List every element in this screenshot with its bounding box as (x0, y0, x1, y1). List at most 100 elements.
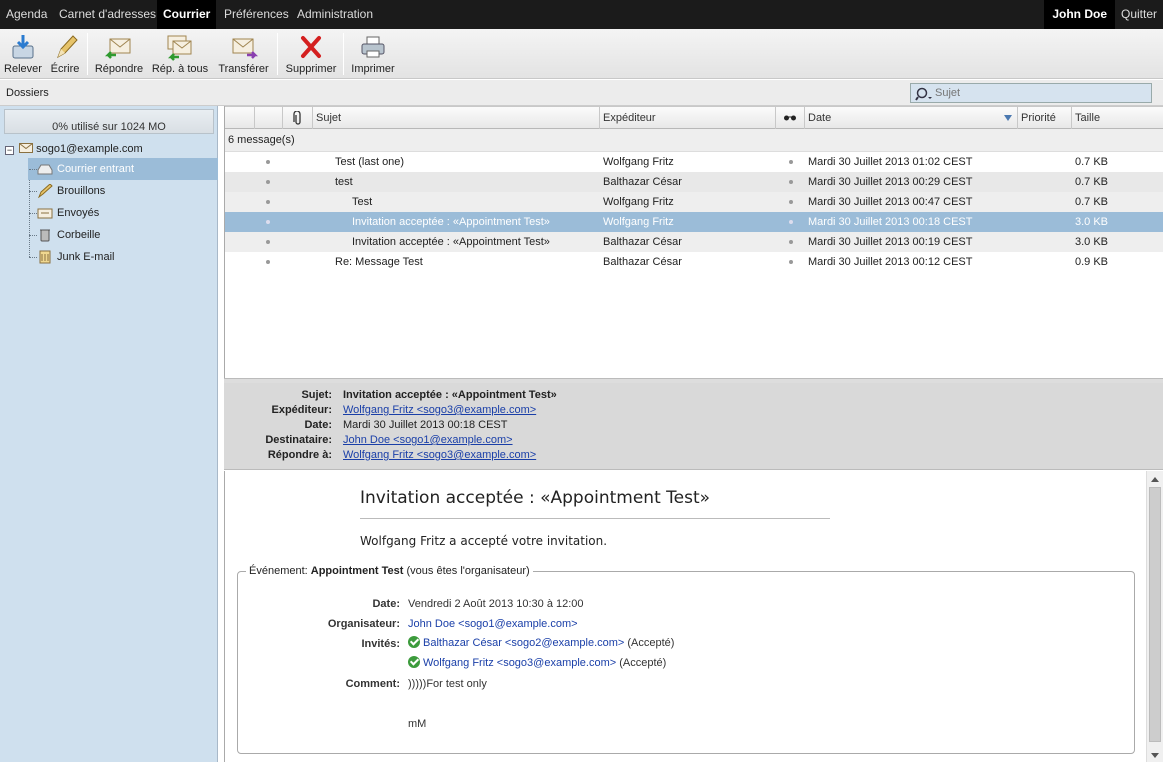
column-thread[interactable] (225, 107, 255, 129)
search-icon[interactable] (915, 87, 933, 101)
reply-all-button[interactable]: Rép. à tous (150, 31, 210, 77)
nav-agenda[interactable]: Agenda (0, 0, 53, 29)
nav-preferences[interactable]: Préférences (218, 0, 295, 29)
flag-dot[interactable] (789, 220, 793, 224)
column-attachment[interactable] (283, 107, 313, 129)
flag-dot[interactable] (789, 160, 793, 164)
folder-label: Courrier entrant (57, 163, 135, 175)
column-size[interactable]: Taille (1072, 107, 1163, 129)
sent-icon (37, 208, 53, 219)
event-legend: Événement: Appointment Test (vous êtes l… (246, 565, 533, 577)
comment-extra: mM (408, 718, 427, 730)
flag-dot[interactable] (789, 240, 793, 244)
nav-administration[interactable]: Administration (291, 0, 379, 29)
folder-sent[interactable]: Envoyés (28, 202, 218, 224)
column-priority[interactable]: Priorité (1018, 107, 1072, 129)
row-subject: Invitation acceptée : «Appointment Test» (352, 216, 550, 228)
reply-to-label: Répondre à: (267, 449, 332, 461)
folder-junk[interactable]: Junk E-mail (28, 246, 218, 268)
folder-drafts[interactable]: Brouillons (28, 180, 218, 202)
account-node[interactable]: − sogo1@example.com (5, 140, 143, 158)
column-sender[interactable]: Expéditeur (600, 107, 776, 129)
column-read[interactable] (255, 107, 283, 129)
print-label: Imprimer (351, 63, 395, 75)
attendee-item: Wolfgang Fritz <sogo3@example.com> (Acce… (408, 656, 666, 669)
comment-label: Comment: (345, 678, 400, 690)
search-input[interactable] (935, 85, 1149, 101)
date-value: Mardi 30 Juillet 2013 00:18 CEST (343, 419, 508, 431)
quota-indicator: 0% utilisé sur 1024 MO (4, 109, 214, 134)
scroll-down-icon[interactable] (1151, 753, 1159, 758)
column-date-label: Date (808, 112, 832, 124)
folder-trash[interactable]: Corbeille (28, 224, 218, 246)
accepted-check-icon (408, 656, 420, 668)
message-row[interactable]: Re: Message Test Balthazar César Mardi 3… (225, 252, 1163, 272)
account-label: sogo1@example.com (36, 143, 143, 155)
quit-link[interactable]: Quitter (1115, 0, 1163, 29)
column-date[interactable]: Date (805, 107, 1018, 129)
attendee-link[interactable]: Balthazar César <sogo2@example.com> (423, 637, 624, 649)
user-name[interactable]: John Doe (1044, 0, 1115, 29)
row-sender: Balthazar César (603, 236, 682, 248)
organizer-link[interactable]: John Doe <sogo1@example.com> (408, 618, 578, 630)
get-mail-icon (12, 35, 34, 59)
row-subject: Test (352, 196, 373, 208)
organizer-label: Organisateur: (327, 618, 400, 630)
collapse-toggle-icon[interactable]: − (5, 146, 14, 155)
row-size: 0.9 KB (1075, 256, 1109, 268)
unread-dot (266, 200, 270, 204)
row-date: Mardi 30 Juillet 2013 00:12 CEST (808, 256, 973, 268)
message-row-selected[interactable]: Invitation acceptée : «Appointment Test»… (225, 212, 1163, 232)
reply-to-link[interactable]: Wolfgang Fritz <sogo3@example.com> (343, 449, 536, 461)
vertical-scrollbar[interactable] (1146, 471, 1163, 762)
message-row[interactable]: Test (last one) Wolfgang Fritz Mardi 30 … (225, 152, 1163, 172)
event-details: Événement: Appointment Test (vous êtes l… (237, 565, 1135, 754)
search-box[interactable] (910, 83, 1152, 103)
scroll-thumb[interactable] (1149, 487, 1161, 742)
scroll-up-icon[interactable] (1151, 477, 1159, 482)
message-row[interactable]: Invitation acceptée : «Appointment Test»… (225, 232, 1163, 252)
message-row[interactable]: test Balthazar César Mardi 30 Juillet 20… (225, 172, 1163, 192)
write-button[interactable]: Écrire (48, 31, 82, 77)
get-mail-button[interactable]: Relever (2, 31, 44, 77)
folder-label: Junk E-mail (57, 251, 115, 263)
flag-dot[interactable] (789, 180, 793, 184)
mailbox-icon (19, 143, 34, 153)
row-sender: Balthazar César (603, 256, 682, 268)
recipient-link[interactable]: John Doe <sogo1@example.com> (343, 434, 513, 446)
delete-button[interactable]: Supprimer (284, 31, 338, 77)
column-flag[interactable] (776, 107, 805, 129)
message-count: 6 message(s) (225, 129, 1163, 152)
sender-label: Expéditeur: (271, 404, 332, 416)
forward-button[interactable]: Transférer (216, 31, 271, 77)
event-legend-suffix: (vous êtes l'organisateur) (406, 565, 530, 577)
row-sender: Wolfgang Fritz (603, 196, 674, 208)
toolbar-separator (343, 33, 344, 75)
message-row[interactable]: Test Wolfgang Fritz Mardi 30 Juillet 201… (225, 192, 1163, 212)
nav-mail[interactable]: Courrier (157, 0, 217, 29)
reply-button[interactable]: Répondre (93, 31, 145, 77)
nav-address-book[interactable]: Carnet d'adresses (53, 0, 162, 29)
delete-label: Supprimer (285, 63, 337, 75)
toolbar: Relever Écrire Répondre Rép. à tous Tran… (0, 29, 1163, 79)
print-button[interactable]: Imprimer (350, 31, 396, 77)
folders-title: Dossiers (6, 87, 49, 99)
subject-value: Invitation acceptée : «Appointment Test» (343, 389, 557, 401)
flag-dot[interactable] (789, 200, 793, 204)
row-date: Mardi 30 Juillet 2013 00:29 CEST (808, 176, 973, 188)
row-size: 0.7 KB (1075, 196, 1109, 208)
subject-label: Sujet: (301, 389, 332, 401)
sort-desc-icon (1004, 115, 1012, 121)
title-divider (360, 518, 830, 519)
column-subject[interactable]: Sujet (313, 107, 600, 129)
row-date: Mardi 30 Juillet 2013 01:02 CEST (808, 156, 973, 168)
row-sender: Wolfgang Fritz (603, 216, 674, 228)
sender-link[interactable]: Wolfgang Fritz <sogo3@example.com> (343, 404, 536, 416)
folder-inbox[interactable]: Courrier entrant (28, 158, 218, 180)
flag-dot[interactable] (789, 260, 793, 264)
attendee-link[interactable]: Wolfgang Fritz <sogo3@example.com> (423, 657, 616, 669)
row-date: Mardi 30 Juillet 2013 00:18 CEST (808, 216, 973, 228)
accepted-check-icon (408, 636, 420, 648)
folder-label: Corbeille (57, 229, 101, 241)
message-list: Sujet Expéditeur Date Priorité Taille 6 … (224, 106, 1163, 378)
